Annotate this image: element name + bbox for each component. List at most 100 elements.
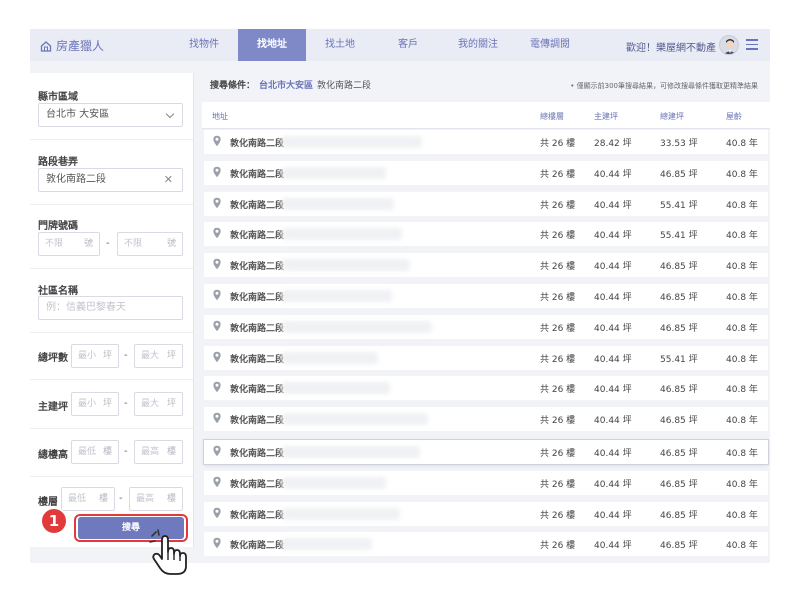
redacted-address-detail [282,228,402,241]
high-placeholder: 最高 [136,494,155,504]
map-pin-icon [213,228,221,239]
floor-unit: 樓 [102,447,112,457]
divider [30,139,193,140]
row-main-ping: 40.44 坪 [594,354,632,365]
total-floor-high-input[interactable]: 最高 樓 [134,440,183,464]
row-main-ping: 40.44 坪 [594,479,632,490]
table-row[interactable]: 敦化南路二段 共 26 樓 40.44 坪 55.41 坪 40.8 年 [204,345,768,370]
row-address: 敦化南路二段 [230,510,285,521]
row-total-floors: 共 26 樓 [540,385,576,396]
row-age: 40.8 年 [726,449,758,459]
ping-unit: 坪 [166,399,176,409]
floor-high-input[interactable]: 最高 樓 [129,487,183,511]
row-address: 敦化南路二段 [230,200,285,211]
map-pin-icon [213,412,221,424]
total-floor-low-input[interactable]: 最低 樓 [71,440,119,464]
table-row[interactable]: 敦化南路二段 共 26 樓 40.44 坪 46.85 坪 40.8 年 [204,470,768,495]
door-from-placeholder: 不限 [45,239,64,249]
divider [30,268,193,269]
main-ping-max-input[interactable]: 最大 坪 [134,392,183,416]
road-input[interactable]: 敦化南路二段 ✕ [38,168,183,192]
divider [30,476,193,477]
nav-find-land[interactable]: 找土地 [306,29,374,61]
row-age: 40.8 年 [726,479,758,490]
row-total-ping: 46.85 坪 [660,449,698,459]
community-input[interactable]: 例：信義巴黎春天 [38,296,183,320]
min-placeholder: 最小 [78,351,97,361]
table-row[interactable]: 敦化南路二段 共 26 樓 40.44 坪 46.85 坪 40.8 年 [204,501,768,526]
col-total-ping[interactable]: 總建坪 [660,111,684,122]
nav-my-watchlist[interactable]: 我的關注 [442,29,514,61]
community-label: 社區名稱 [38,286,78,297]
map-pin-icon [213,351,221,362]
row-age: 40.8 年 [726,510,758,521]
logo[interactable]: 房產獵人 [40,37,104,54]
row-address: 敦化南路二段 [230,354,285,365]
col-age[interactable]: 屋齡 [726,111,742,122]
door-unit: 號 [166,239,176,249]
divider [30,204,193,205]
row-age: 40.8 年 [726,293,758,303]
main-ping-min-input[interactable]: 最小 坪 [71,392,119,416]
row-total-ping: 46.85 坪 [660,510,698,521]
table-row[interactable]: 敦化南路二段 共 26 樓 40.44 坪 55.41 坪 40.8 年 [204,222,768,247]
table-row[interactable]: 敦化南路二段 共 26 樓 40.44 坪 46.85 坪 40.8 年 [204,440,768,464]
row-address: 敦化南路二段 [230,323,285,334]
door-number-label: 門牌號碼 [38,221,78,232]
col-total-floors[interactable]: 總樓層 [540,111,564,122]
table-row[interactable]: 敦化南路二段 共 26 樓 40.44 坪 46.85 坪 40.8 年 [204,284,768,308]
door-from-input[interactable]: 不限 號 [38,232,100,256]
results-panel: 搜尋條件： 台北市大安區 敦化南路二段 • 僅顯示前300筆搜尋結果，可修改搜尋條件… [202,75,770,563]
table-row[interactable]: 敦化南路二段 共 26 樓 40.44 坪 46.85 坪 40.8 年 [204,376,768,401]
map-pin-icon [213,289,221,301]
max-placeholder: 最大 [141,351,160,361]
floor-unit: 樓 [98,494,108,504]
row-total-ping: 33.53 坪 [660,139,698,149]
row-age: 40.8 年 [726,169,758,180]
map-pin-icon [213,538,221,549]
total-ping-min-input[interactable]: 最小 坪 [71,344,119,368]
row-address: 敦化南路二段 [230,231,285,242]
redacted-address-detail [282,197,394,210]
map-pin-icon [213,135,221,147]
door-to-input[interactable]: 不限 號 [117,232,183,256]
row-age: 40.8 年 [726,200,758,211]
table-row[interactable]: 敦化南路二段 共 26 樓 40.44 坪 46.85 坪 40.8 年 [204,407,768,432]
nav-fax-lookup[interactable]: 電傳調閱 [514,29,586,61]
col-address[interactable]: 地址 [212,111,228,122]
menu-icon[interactable] [746,39,758,50]
nav-clients[interactable]: 客戶 [374,29,442,61]
nav-find-address[interactable]: 找地址 [238,29,306,61]
range-dash: - [119,493,123,504]
redacted-address-detail [282,351,378,364]
row-main-ping: 40.44 坪 [594,169,632,180]
total-ping-max-input[interactable]: 最大 坪 [134,344,183,368]
row-address: 敦化南路二段 [230,139,285,149]
table-row[interactable]: 敦化南路二段 共 26 樓 40.44 坪 46.85 坪 40.8 年 [204,160,768,185]
row-age: 40.8 年 [726,385,758,396]
high-placeholder: 最高 [141,447,160,457]
map-pin-icon [213,476,221,487]
min-placeholder: 最小 [78,399,97,409]
low-placeholder: 最低 [68,494,87,504]
row-main-ping: 40.44 坪 [594,323,632,334]
county-select[interactable]: 台北市 大安區 [38,103,183,127]
main-nav: 找物件 找地址 找土地 客戶 我的關注 電傳調閱 [170,29,586,61]
avatar[interactable] [719,35,739,55]
divider [30,428,193,429]
nav-find-listings[interactable]: 找物件 [170,29,238,61]
row-age: 40.8 年 [726,354,758,365]
row-total-ping: 55.41 坪 [660,231,698,242]
table-row[interactable]: 敦化南路二段 共 26 樓 40.44 坪 46.85 坪 40.8 年 [204,253,768,278]
range-dash: - [124,350,128,361]
table-row[interactable]: 敦化南路二段 共 26 樓 40.44 坪 46.85 坪 40.8 年 [204,314,768,339]
table-row[interactable]: 敦化南路二段 共 26 樓 28.42 坪 33.53 坪 40.8 年 [204,130,768,154]
floor-low-input[interactable]: 最低 樓 [61,487,115,511]
low-placeholder: 最低 [78,447,97,457]
row-address: 敦化南路二段 [230,416,285,427]
row-total-ping: 46.85 坪 [660,541,698,552]
table-row[interactable]: 敦化南路二段 共 26 樓 40.44 坪 46.85 坪 40.8 年 [204,532,768,557]
clear-icon[interactable]: ✕ [164,169,173,191]
col-main-ping[interactable]: 主建坪 [594,111,618,122]
table-row[interactable]: 敦化南路二段 共 26 樓 40.44 坪 55.41 坪 40.8 年 [204,191,768,216]
